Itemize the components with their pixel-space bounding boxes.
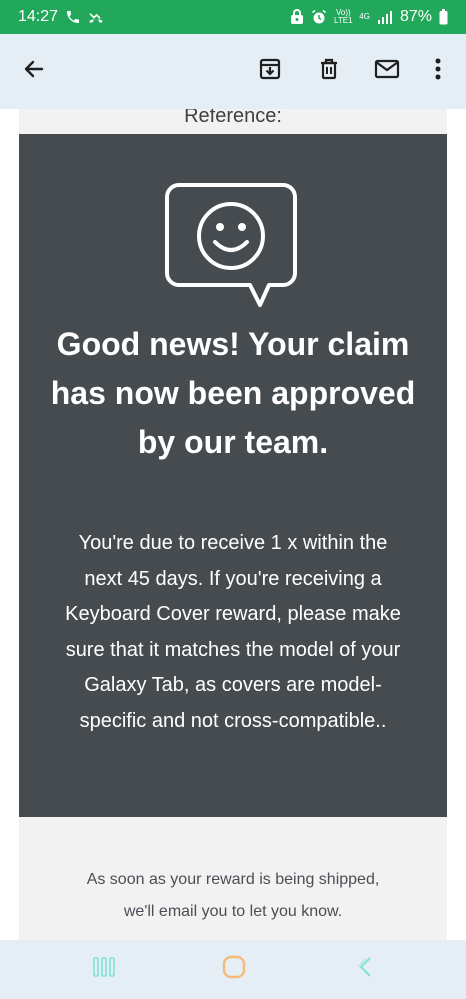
battery-icon (439, 9, 448, 25)
archive-icon (258, 57, 282, 86)
alarm-icon (311, 9, 327, 25)
4g-icon: 4G (359, 12, 370, 21)
status-time: 14:27 (18, 8, 59, 25)
signal-icon (377, 10, 393, 24)
home-button[interactable] (204, 940, 264, 999)
status-bar: 14:27 Vo)) LTE1 4G 87% (0, 0, 466, 34)
lock-face-icon (290, 9, 304, 25)
recent-apps-button[interactable] (74, 940, 134, 999)
email-body[interactable]: Reference: Good news! Your claim has now… (0, 109, 466, 940)
shipping-notice: As soon as your reward is being shipped,… (86, 871, 380, 920)
more-options-icon (435, 58, 441, 85)
back-button[interactable] (10, 34, 58, 109)
nav-back-button[interactable] (335, 940, 395, 999)
back-icon (357, 956, 373, 983)
delete-button[interactable] (305, 34, 353, 109)
navigation-bar (0, 940, 466, 999)
phone-call-icon (65, 9, 81, 25)
smiley-chat-bubble-icon (165, 182, 301, 312)
recent-apps-icon (93, 957, 115, 982)
mark-unread-button[interactable] (363, 34, 411, 109)
back-arrow-icon (22, 57, 46, 86)
home-icon (222, 955, 246, 984)
mark-unread-icon (374, 58, 400, 85)
approval-headline: Good news! Your claim has now been appro… (50, 326, 416, 460)
archive-button[interactable] (246, 34, 294, 109)
approval-message: You're due to receive 1 x within the nex… (65, 532, 401, 732)
delete-icon (317, 57, 341, 86)
volte-icon: Vo)) LTE1 (334, 8, 353, 25)
missed-call-icon (88, 9, 104, 25)
reference-label: Reference: (184, 109, 282, 127)
email-toolbar (0, 34, 466, 109)
approval-card: Good news! Your claim has now been appro… (19, 134, 447, 817)
battery-percent: 87% (399, 8, 432, 25)
more-options-button[interactable] (414, 34, 462, 109)
email-frame: Reference: Good news! Your claim has now… (19, 109, 447, 940)
